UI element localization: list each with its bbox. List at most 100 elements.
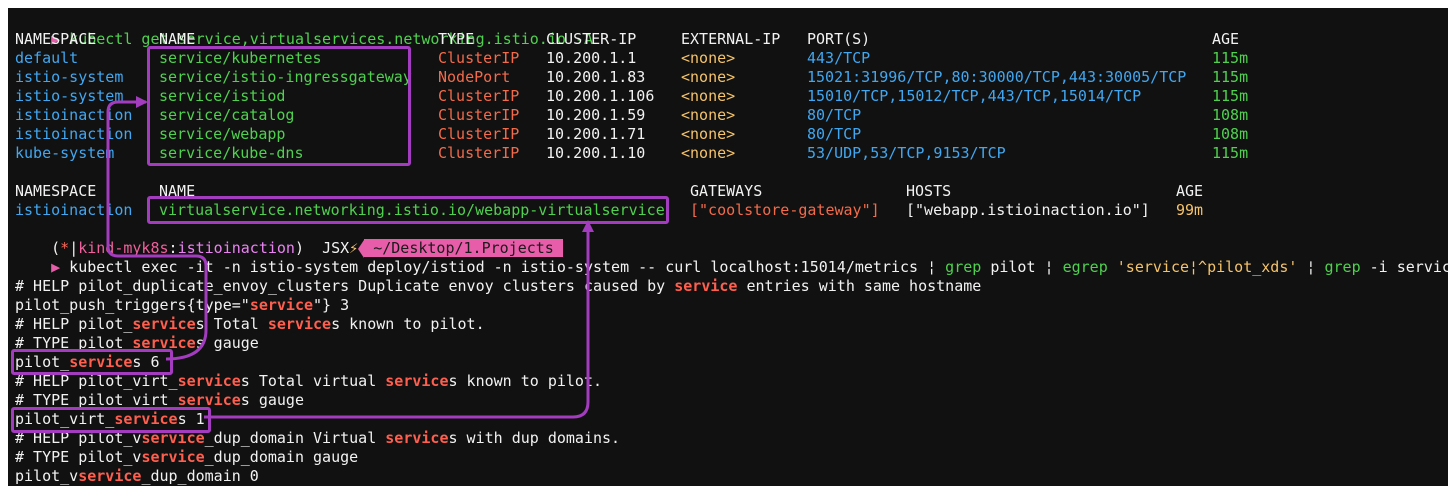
pipe-symbol: ¦ (1306, 258, 1316, 276)
col-gateways: GATEWAYS (690, 182, 763, 200)
match-highlight: service (385, 372, 449, 390)
output-text: pilot_virt_ (15, 410, 115, 428)
command-line-2: ▶ kubectl exec -it -n istio-system deplo… (15, 239, 1448, 276)
output-text: s 1 (177, 410, 205, 428)
output-line: # HELP pilot_vservice_dup_domain Virtual… (15, 429, 620, 448)
output-text: # HELP pilot_ (15, 315, 133, 333)
col-cluster-ip: CLUSTER-IP (546, 30, 637, 48)
col-hosts: HOSTS (906, 182, 952, 200)
col-type: TYPE (438, 30, 475, 48)
row-name: service/kube-dns (159, 144, 304, 162)
row-ports: 15010/TCP,15012/TCP,443/TCP,15014/TCP (807, 87, 1142, 105)
command-line-1: ▶ kubectl get service,virtualservices.ne… (15, 11, 593, 48)
row-ports: 15021:31996/TCP,80:30000/TCP,443:30005/T… (807, 68, 1187, 86)
output-text: s known to pilot. (448, 372, 603, 390)
row-name: service/webapp (159, 125, 286, 143)
col-age: AGE (1176, 182, 1204, 200)
output-text: # TYPE pilot_virt_ (15, 391, 178, 409)
match-highlight: service (69, 353, 133, 371)
row-name: service/istio-ingressgateway (159, 68, 412, 86)
match-highlight: service (114, 410, 178, 428)
row-namespace: istioinaction (15, 201, 133, 219)
command-text: kubectl exec -it -n istio-system deploy/… (60, 258, 928, 276)
row-age: 108m (1212, 106, 1249, 124)
row-external-ip: <none> (681, 106, 736, 124)
service-table-header: NAMESPACE NAME TYPE CLUSTER-IP EXTERNAL-… (15, 30, 1239, 49)
row-ports: 80/TCP (807, 125, 862, 143)
output-text: s 6 (132, 353, 160, 371)
pipe-symbol: ¦ (1044, 258, 1054, 276)
row-type: ClusterIP (438, 125, 520, 143)
row-type: ClusterIP (438, 49, 520, 67)
grep-command: grep (945, 258, 982, 276)
output-text: _dup_domain gauge (204, 448, 359, 466)
output-line: pilot_vservice_dup_domain 0 (15, 467, 259, 486)
arrow-head-virtualservice (582, 220, 594, 232)
output-text: pilot_v (15, 467, 79, 485)
row-cluster-ip: 10.200.1.59 (546, 106, 646, 124)
grep-arg: pilot (981, 258, 1045, 276)
output-line: # TYPE pilot_services gauge (15, 334, 259, 353)
row-age: 115m (1212, 68, 1249, 86)
row-external-ip: <none> (681, 87, 736, 105)
table-row: default service/kubernetes ClusterIP 10.… (15, 49, 1248, 68)
match-highlight: service (141, 448, 205, 466)
match-highlight: service (177, 391, 241, 409)
row-type: NodePort (438, 68, 511, 86)
row-cluster-ip: 10.200.1.71 (546, 125, 646, 143)
prompt-status-line: (*|kind-myk8s:istioinaction) JSX⚡ ~/Desk… (15, 220, 563, 258)
output-text: entries with same hostname (737, 277, 982, 295)
terminal-window[interactable]: ▶ kubectl get service,virtualservices.ne… (8, 8, 1448, 486)
match-highlight: service (78, 467, 142, 485)
table-row: kube-system service/kube-dns ClusterIP 1… (15, 144, 1248, 163)
row-type: ClusterIP (438, 144, 520, 162)
row-gateways: ["coolstore-gateway"] (690, 201, 880, 219)
output-text: _dup_domain 0 (141, 467, 259, 485)
output-text: # HELP pilot_v (15, 429, 142, 447)
row-age: 108m (1212, 125, 1249, 143)
output-text: s gauge (195, 334, 259, 352)
match-highlight: service (177, 372, 241, 390)
table-row: istio-system service/istio-ingressgatewa… (15, 68, 1248, 87)
egrep-pattern: 'service¦^pilot_xds' (1107, 258, 1307, 276)
arrow-head-services (136, 96, 148, 108)
output-text: s Total (195, 315, 268, 333)
row-type: ClusterIP (438, 106, 520, 124)
row-age: 115m (1212, 49, 1249, 67)
row-name: service/kubernetes (159, 49, 322, 67)
match-highlight: service (385, 429, 449, 447)
output-text: pilot_push_triggers{type=" (15, 296, 250, 314)
col-name: NAME (159, 182, 196, 200)
output-line: # TYPE pilot_virt_services gauge (15, 391, 304, 410)
row-age: 99m (1176, 201, 1204, 219)
col-namespace: NAMESPACE (15, 30, 97, 48)
row-name: service/istiod (159, 87, 286, 105)
output-text: s Total virtual (240, 372, 386, 390)
match-highlight: service (674, 277, 738, 295)
output-text: s known to pilot. (331, 315, 485, 333)
command-text: kubectl get service,virtualservices.netw… (60, 30, 593, 48)
output-text: s with dup domains. (448, 429, 621, 447)
row-cluster-ip: 10.200.1.10 (546, 144, 646, 162)
row-ports: 53/UDP,53/TCP,9153/TCP (807, 144, 1006, 162)
row-namespace: istio-system (15, 87, 124, 105)
row-ports: 443/TCP (807, 49, 871, 67)
output-line: # HELP pilot_virt_services Total virtual… (15, 372, 602, 391)
prompt-arrow: ▶ (51, 258, 61, 276)
row-cluster-ip: 10.200.1.106 (546, 87, 655, 105)
col-age: AGE (1212, 30, 1240, 48)
output-text: # HELP pilot_duplicate_envoy_clusters Du… (15, 277, 675, 295)
pipe-symbol: ¦ (927, 258, 937, 276)
row-name: virtualservice.networking.istio.io/webap… (159, 201, 665, 219)
match-highlight: service (267, 315, 332, 333)
col-ports: PORT(S) (807, 30, 871, 48)
output-line: pilot_virt_services 1 (15, 410, 205, 429)
row-namespace: istioinaction (15, 125, 133, 143)
output-line: # HELP pilot_duplicate_envoy_clusters Du… (15, 277, 981, 296)
row-hosts: ["webapp.istioinaction.io"] (906, 201, 1150, 219)
output-line: # HELP pilot_services Total services kno… (15, 315, 485, 334)
output-text: # TYPE pilot_ (15, 334, 133, 352)
row-age: 115m (1212, 144, 1249, 162)
match-highlight: service (141, 429, 205, 447)
grep-flags: -i service (1369, 258, 1448, 276)
